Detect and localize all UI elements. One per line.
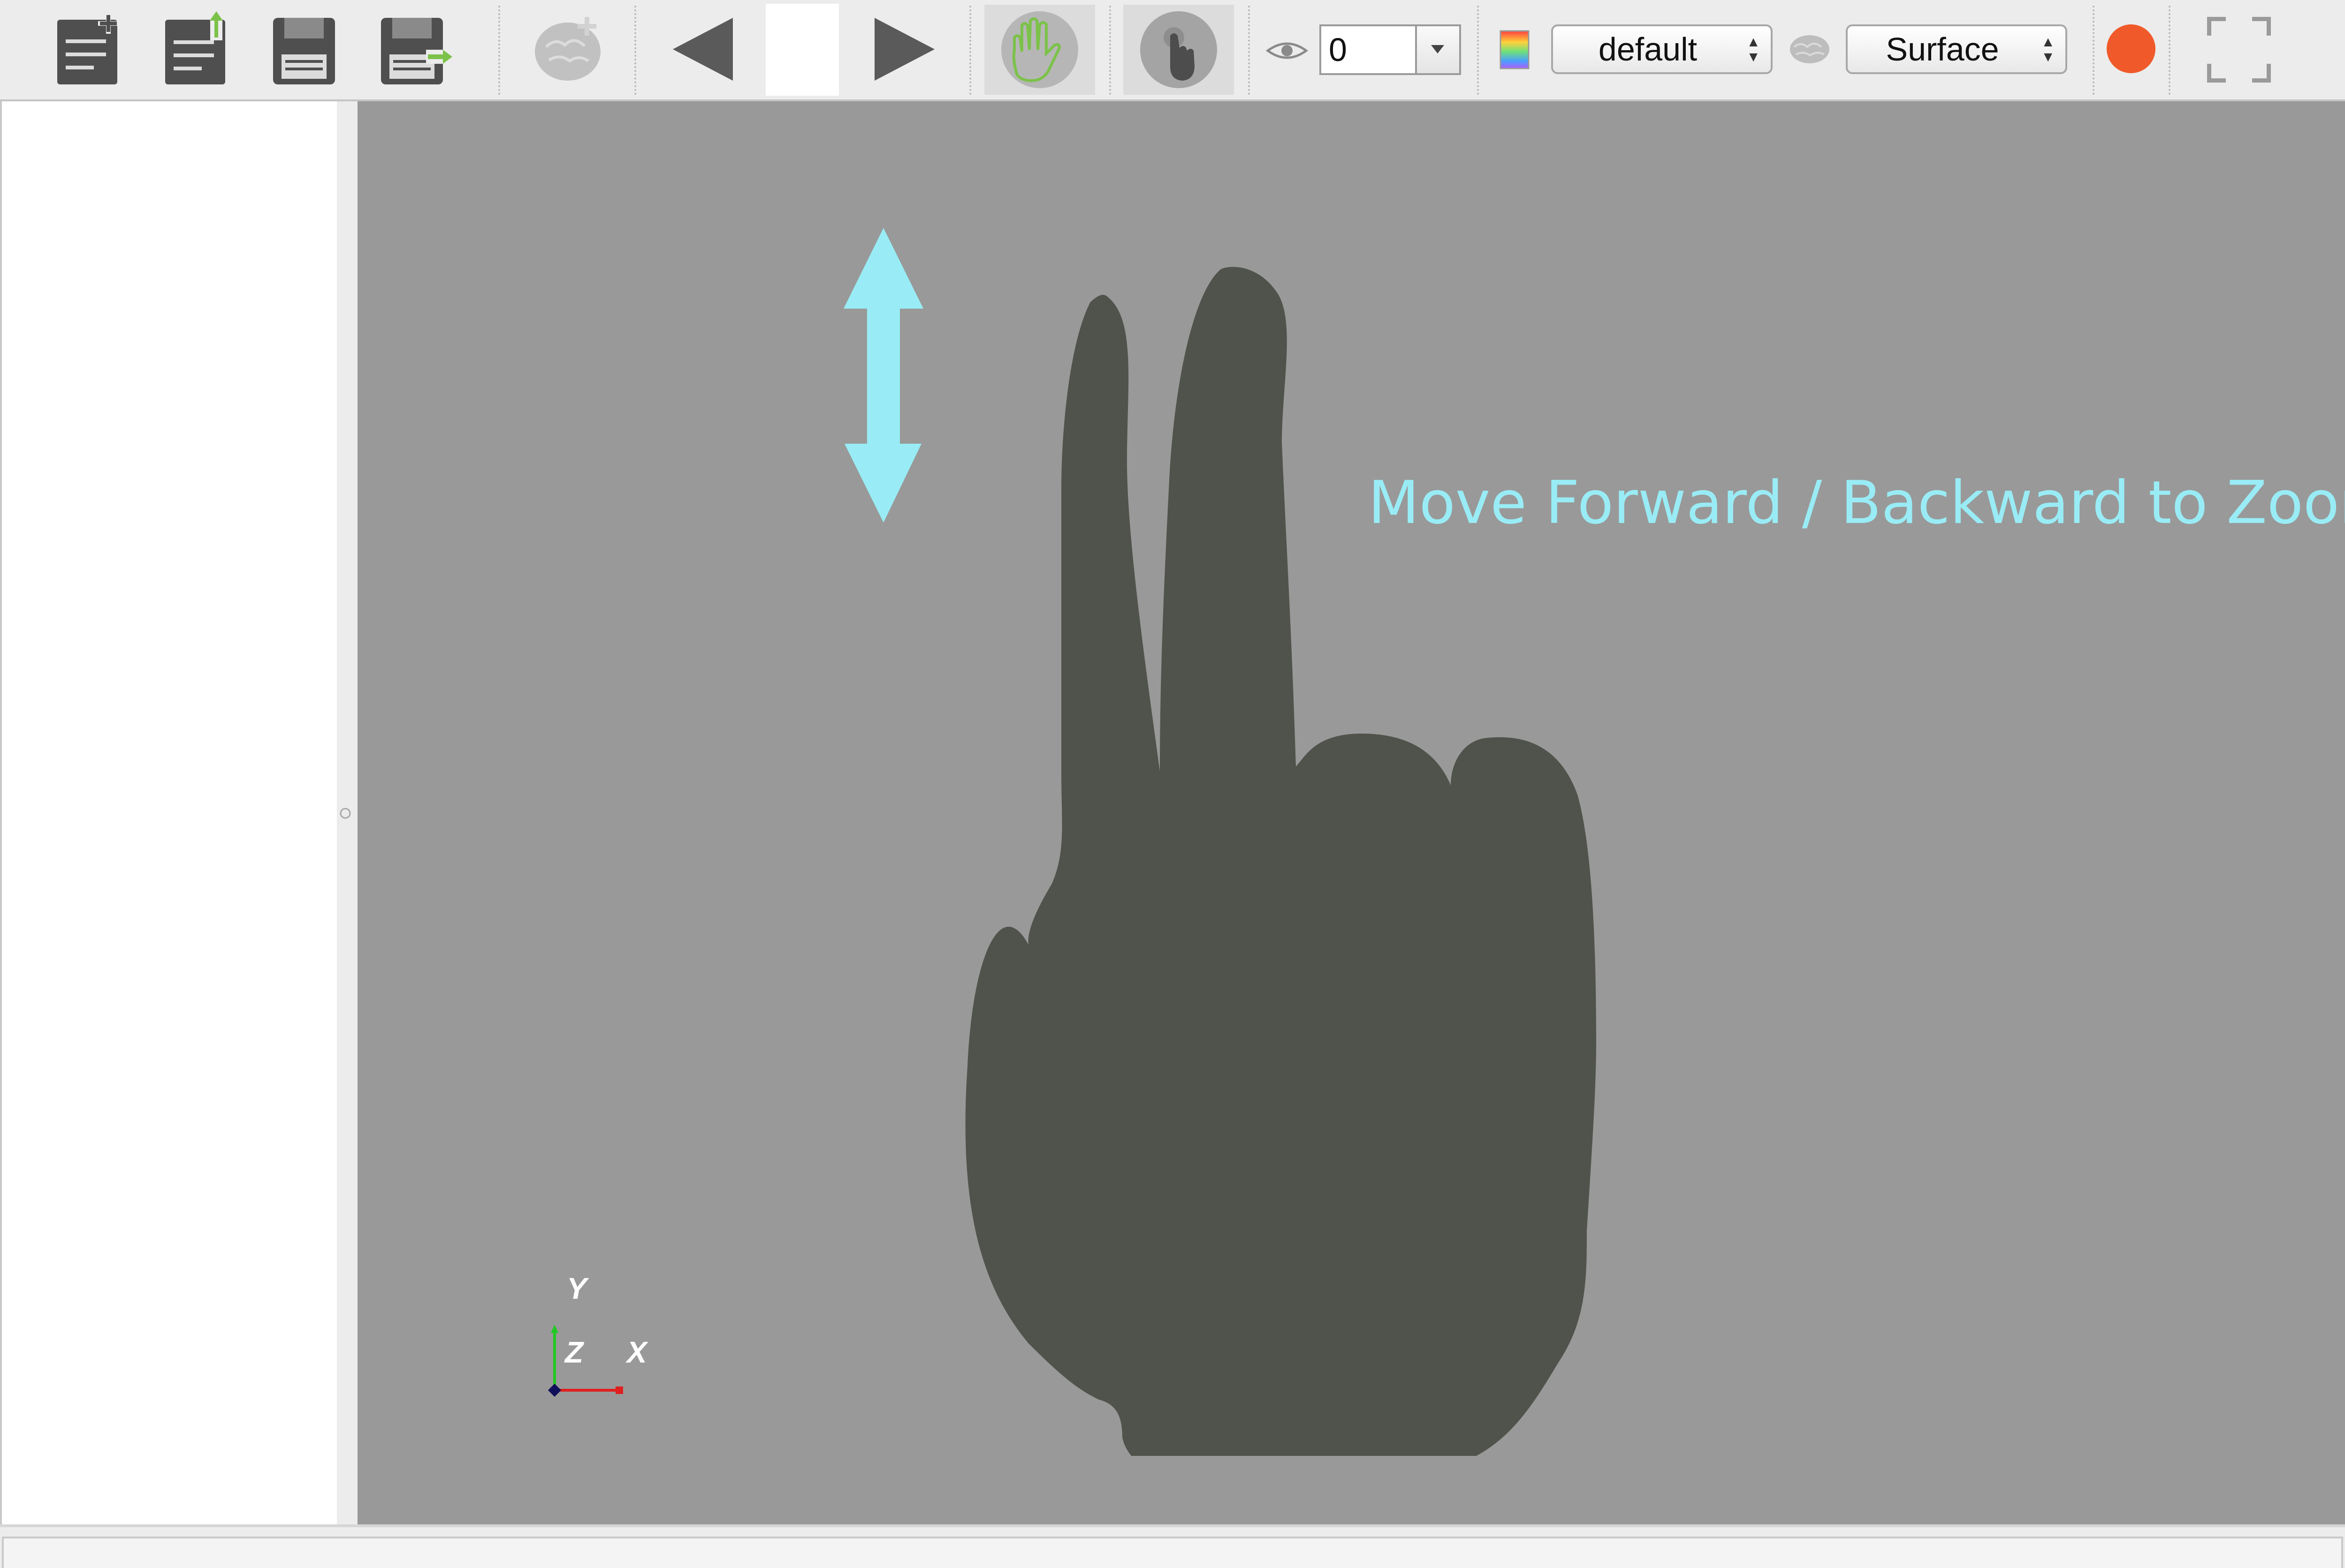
open-document-icon (165, 9, 225, 84)
surface-select-value: Surface (1886, 31, 1999, 68)
add-brain-icon (535, 17, 601, 81)
gesture-hint-text: Move Forward / Backward to Zoom (1368, 468, 2345, 537)
next-arrow-icon (875, 18, 935, 81)
surface-button[interactable] (1789, 33, 1831, 66)
main-toolbar: 0 default ▲ ▼ Surface ▲ ▼ (0, 0, 2345, 101)
splitter-handle-icon (340, 808, 351, 819)
fullscreen-button[interactable] (2207, 16, 2271, 83)
add-brain-button[interactable] (532, 14, 607, 84)
frame-number-input[interactable]: 0 (1319, 24, 1417, 75)
record-button[interactable] (2106, 23, 2156, 74)
color-gradient-icon (1500, 30, 1530, 69)
record-icon (2107, 24, 2155, 73)
brain-icon (1790, 35, 1829, 63)
surface-select[interactable]: Surface ▲ ▼ (1846, 24, 2067, 74)
hand-gesture-mode-icon (1001, 11, 1078, 88)
visibility-toggle[interactable] (1265, 39, 1309, 62)
hand-gesture-mode-button[interactable] (984, 5, 1095, 95)
colormap-select[interactable]: default ▲ ▼ (1551, 24, 1773, 74)
colormap-button[interactable] (1500, 30, 1530, 69)
layer-panel (0, 101, 337, 1524)
3d-viewport[interactable]: Move Forward / Backward to Zoom Y Z X (358, 101, 2345, 1524)
two-finger-hand-icon (965, 267, 1596, 1456)
status-bar (0, 1524, 2345, 1568)
new-document-button[interactable] (55, 13, 126, 86)
status-message-field (2, 1537, 2343, 1568)
next-button[interactable] (874, 18, 935, 81)
updown-arrows-icon: ▲ ▼ (2041, 34, 2055, 65)
previous-button[interactable] (673, 18, 734, 81)
frame-preview[interactable] (766, 4, 839, 96)
touch-mode-icon (1140, 11, 1217, 88)
save-as-icon (381, 18, 454, 84)
save-button[interactable] (271, 16, 337, 86)
frame-number-value: 0 (1329, 31, 1347, 68)
colormap-select-value: default (1598, 31, 1698, 68)
fullscreen-icon (2207, 16, 2271, 83)
axis-z-label: Z (565, 1335, 584, 1369)
axis-x-label: X (627, 1335, 647, 1369)
open-document-button[interactable] (163, 9, 234, 86)
chevron-down-icon (1431, 45, 1444, 53)
save-icon (273, 18, 335, 84)
previous-arrow-icon (673, 18, 733, 81)
frame-number-dropdown[interactable] (1415, 24, 1461, 75)
axis-y-label: Y (567, 1272, 587, 1305)
eye-icon (1265, 42, 1309, 59)
touch-mode-button[interactable] (1123, 5, 1234, 95)
save-as-button[interactable] (379, 16, 454, 86)
updown-arrows-icon: ▲ ▼ (1746, 34, 1760, 65)
panel-splitter[interactable] (337, 101, 358, 1524)
new-document-icon (57, 13, 119, 84)
